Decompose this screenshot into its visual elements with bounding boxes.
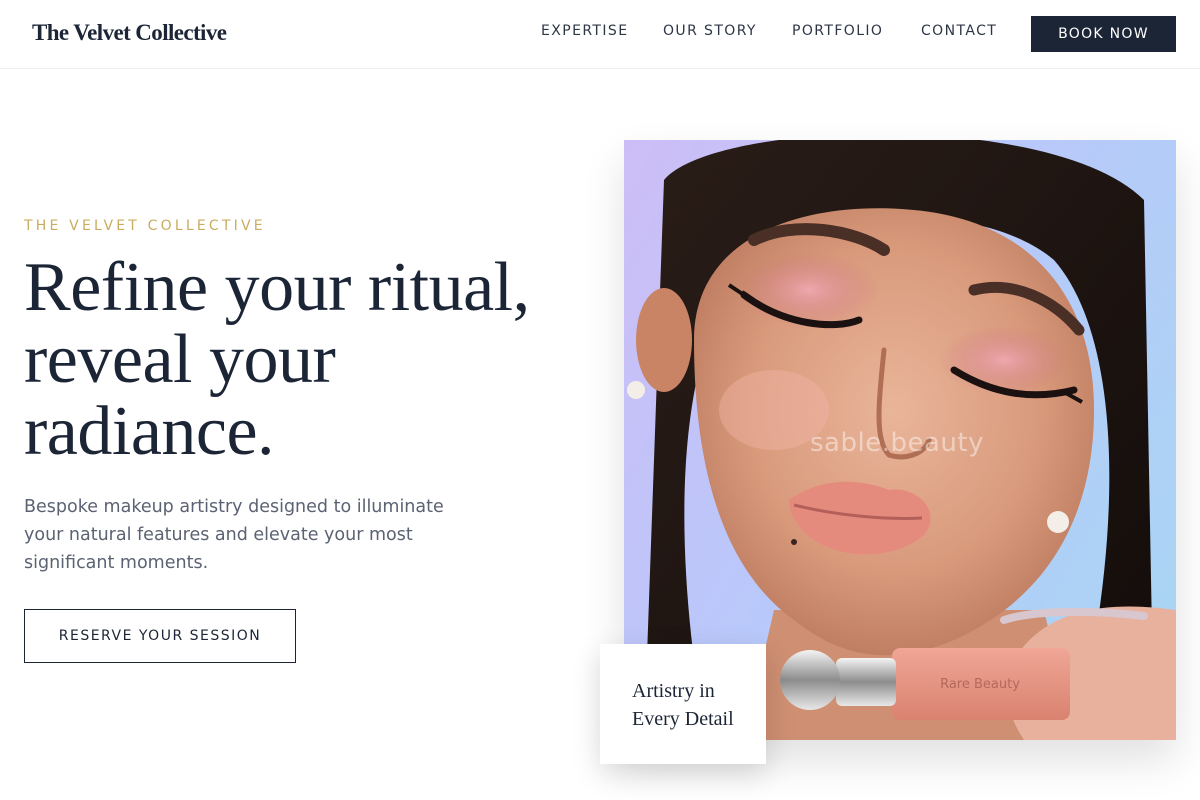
nav-link-our-story[interactable]: OUR STORY: [663, 23, 757, 39]
product-label: Rare Beauty: [940, 677, 1020, 692]
caption-card: Artistry in Every Detail: [600, 644, 766, 764]
headline-line: Refine your ritual,: [24, 249, 530, 326]
book-now-button[interactable]: BOOK NOW: [1031, 16, 1176, 52]
nav-link-contact[interactable]: CONTACT: [921, 23, 997, 39]
headline-line: reveal your: [24, 321, 336, 398]
site-header: The Velvet Collective EXPERTISE OUR STOR…: [0, 0, 1200, 69]
nav-link-expertise[interactable]: EXPERTISE: [541, 23, 628, 39]
watermark-text: sable.beauty: [810, 428, 984, 458]
reserve-session-button[interactable]: RESERVE YOUR SESSION: [24, 609, 296, 663]
headline-line: radiance.: [24, 393, 275, 470]
hero-headline: Refine your ritual, reveal your radiance…: [24, 252, 584, 468]
nav-link-portfolio[interactable]: PORTFOLIO: [792, 23, 883, 39]
caption-line: Every Detail: [632, 708, 734, 730]
hero-eyebrow: THE VELVET COLLECTIVE: [24, 218, 266, 234]
caption-line: Artistry in: [632, 680, 715, 702]
hero-subtext: Bespoke makeup artistry designed to illu…: [24, 497, 444, 573]
main-nav: EXPERTISE OUR STORY PORTFOLIO CONTACT: [0, 23, 1200, 43]
